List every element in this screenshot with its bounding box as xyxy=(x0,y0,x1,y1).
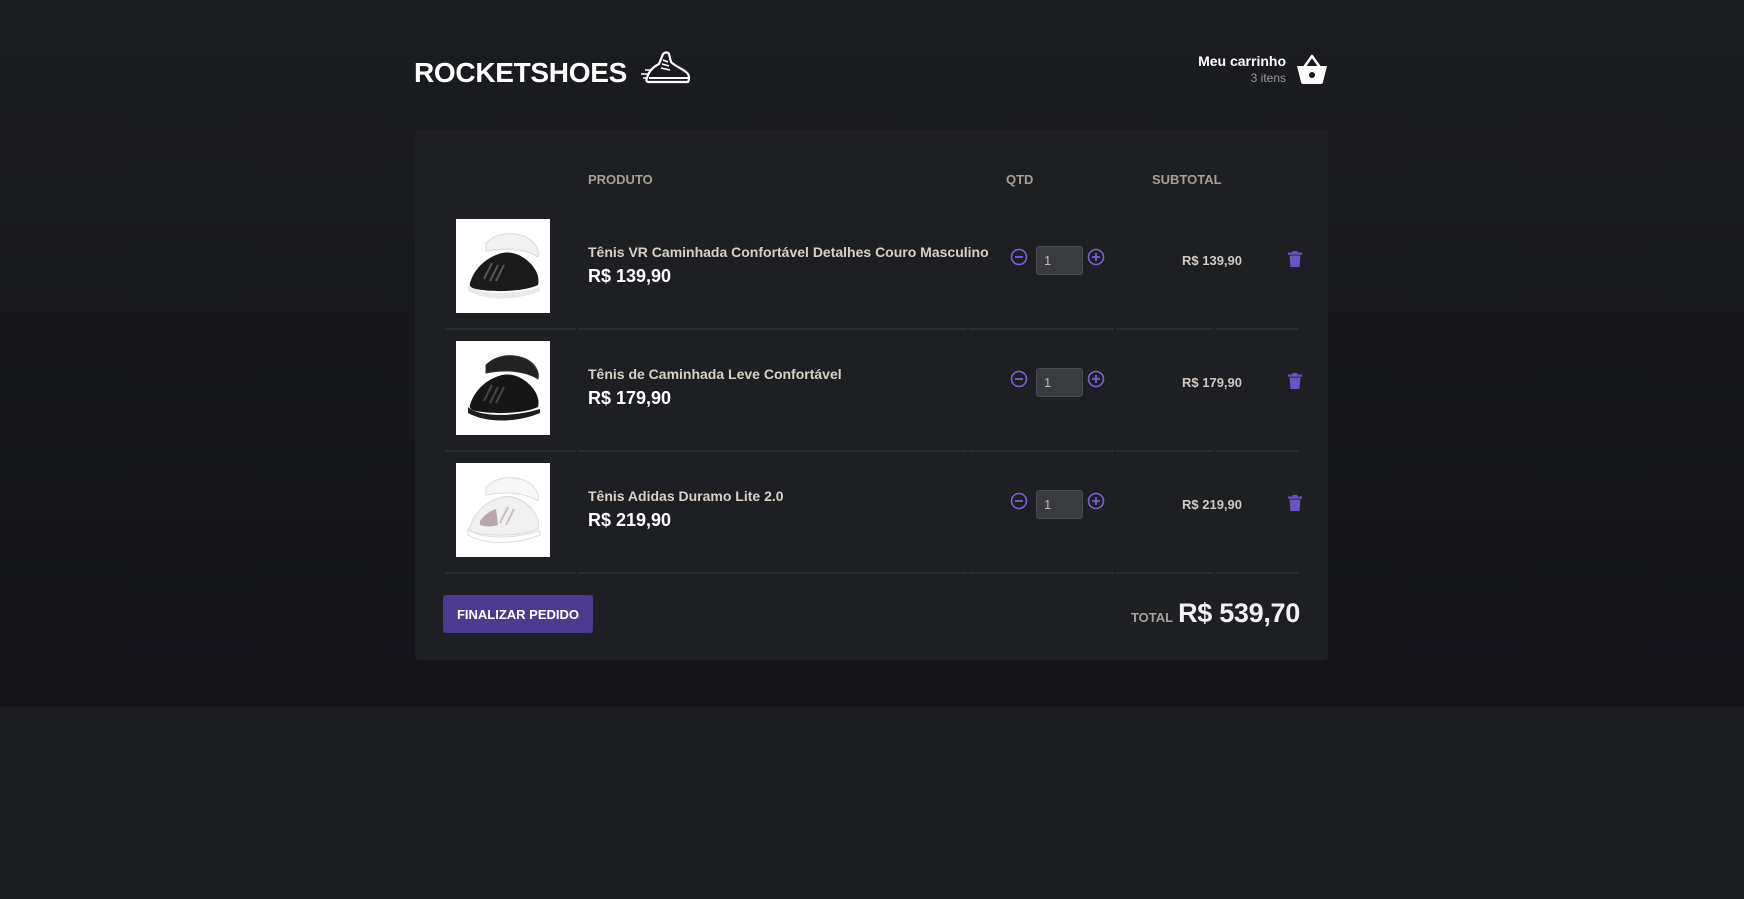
cart-info: Meu carrinho 3 itens xyxy=(1198,53,1286,85)
increase-quantity-button[interactable] xyxy=(1087,370,1105,388)
decrease-quantity-button[interactable] xyxy=(1010,492,1028,510)
quantity-input[interactable] xyxy=(1036,368,1083,397)
cart-summary[interactable]: Meu carrinho 3 itens xyxy=(1198,53,1328,85)
product-title: Tênis de Caminhada Leve Confortável xyxy=(588,366,842,382)
product-price: R$ 139,90 xyxy=(588,266,672,286)
cart-title: Meu carrinho xyxy=(1198,53,1286,69)
plus-circle-icon xyxy=(1087,492,1105,510)
remove-item-button[interactable] xyxy=(1288,251,1302,267)
row-divider xyxy=(445,572,576,574)
remove-item-button[interactable] xyxy=(1288,373,1302,389)
total-label: TOTAL xyxy=(1130,610,1174,625)
increase-quantity-button[interactable] xyxy=(1087,492,1105,510)
decrease-quantity-button[interactable] xyxy=(1010,248,1028,266)
plus-circle-icon xyxy=(1087,248,1105,266)
running-shoe-icon xyxy=(640,51,691,84)
product-price: R$ 179,90 xyxy=(588,388,672,408)
product-image xyxy=(456,463,550,557)
increase-quantity-button[interactable] xyxy=(1087,248,1105,266)
quantity-input[interactable] xyxy=(1036,490,1083,519)
product-image xyxy=(456,341,550,435)
header: ROCKETSHOES Meu carrinho 3 itens xyxy=(414,44,1328,94)
cart-panel: PRODUTO QTD SUBTOTAL Tênis VR Caminhada … xyxy=(415,130,1328,660)
cart-count: 3 itens xyxy=(1250,71,1286,85)
total-value: R$ 539,70 xyxy=(1178,598,1300,628)
product-image xyxy=(456,219,550,313)
row-divider xyxy=(1215,572,1298,574)
trash-icon xyxy=(1288,373,1302,389)
row-subtotal: R$ 179,90 xyxy=(1182,375,1242,390)
plus-circle-icon xyxy=(1087,370,1105,388)
column-header-product: PRODUTO xyxy=(588,172,653,187)
logo-text: ROCKETSHOES xyxy=(414,57,627,88)
product-title: Tênis Adidas Duramo Lite 2.0 xyxy=(588,488,784,504)
column-header-qty: QTD xyxy=(1006,172,1034,187)
product-price: R$ 219,90 xyxy=(588,510,672,530)
decrease-quantity-button[interactable] xyxy=(1010,370,1028,388)
cart-total: TOTAL R$ 539,70 xyxy=(1131,598,1300,629)
basket-icon xyxy=(1297,54,1327,84)
product-title: Tênis VR Caminhada Confortável Detalhes … xyxy=(588,244,989,260)
checkout-button[interactable]: FINALIZAR PEDIDO xyxy=(443,595,593,633)
table-row: Tênis Adidas Duramo Lite 2.0 R$ 219,90 R… xyxy=(445,452,1302,574)
row-subtotal: R$ 139,90 xyxy=(1182,253,1242,268)
minus-circle-icon xyxy=(1010,370,1028,388)
row-subtotal: R$ 219,90 xyxy=(1182,497,1242,512)
minus-circle-icon xyxy=(1010,492,1028,510)
quantity-input[interactable] xyxy=(1036,246,1083,275)
minus-circle-icon xyxy=(1010,248,1028,266)
table-row: Tênis de Caminhada Leve Confortável R$ 1… xyxy=(445,330,1302,452)
trash-icon xyxy=(1288,495,1302,511)
row-divider xyxy=(1116,572,1213,574)
column-header-subtotal: SUBTOTAL xyxy=(1152,172,1222,187)
remove-item-button[interactable] xyxy=(1288,495,1302,511)
logo[interactable]: ROCKETSHOES xyxy=(414,49,691,89)
trash-icon xyxy=(1288,251,1302,267)
row-divider xyxy=(578,572,967,574)
row-divider xyxy=(969,572,1114,574)
table-row: Tênis VR Caminhada Confortável Detalhes … xyxy=(445,208,1302,330)
